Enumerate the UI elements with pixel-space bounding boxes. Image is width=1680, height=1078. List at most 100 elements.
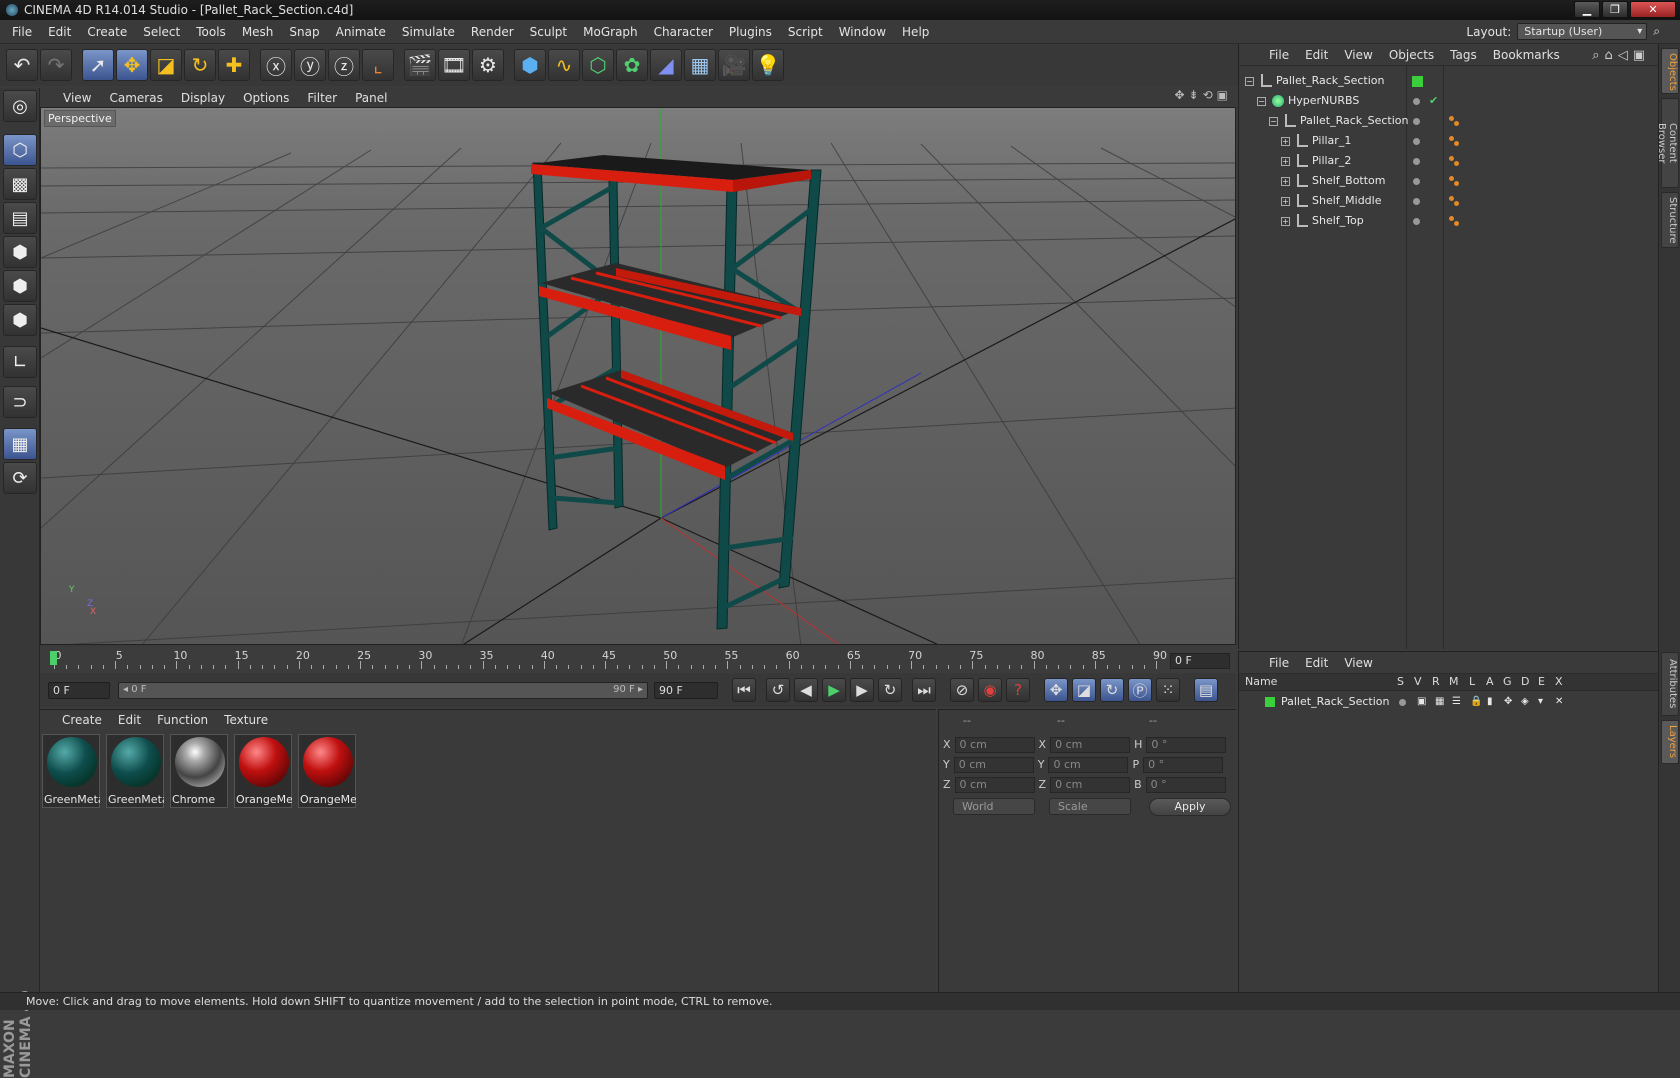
menu-mesh[interactable]: Mesh: [234, 25, 282, 39]
spline-icon[interactable]: ∿: [548, 49, 580, 81]
visibility-dot-icon[interactable]: [1413, 198, 1420, 205]
rotation-p-field[interactable]: 0 °: [1143, 756, 1224, 773]
timeline-playhead[interactable]: [50, 651, 57, 665]
menu-animate[interactable]: Animate: [328, 25, 394, 39]
viewport-menu-panel[interactable]: Panel: [346, 91, 396, 105]
material-swatch[interactable]: Chrome: [170, 734, 228, 808]
render-toggle-icon[interactable]: ▦: [1435, 692, 1444, 712]
menu-character[interactable]: Character: [646, 25, 721, 39]
cube-primitive-icon[interactable]: ⬢: [514, 49, 546, 81]
material-menu-function[interactable]: Function: [149, 713, 216, 727]
expand-icon[interactable]: +: [1281, 217, 1290, 226]
key-rotation-icon[interactable]: ↻: [1100, 678, 1124, 702]
camera-icon[interactable]: 🎥: [718, 49, 750, 81]
menu-sculpt[interactable]: Sculpt: [522, 25, 575, 39]
deformer-icon[interactable]: ◢: [650, 49, 682, 81]
magnet-icon[interactable]: ⊃: [3, 386, 37, 418]
objects-menu-objects[interactable]: Objects: [1381, 48, 1442, 62]
collapse-icon[interactable]: −: [1269, 117, 1278, 126]
tag-icon[interactable]: [1454, 141, 1459, 146]
viewport-menu-options[interactable]: Options: [234, 91, 298, 105]
size-y-field[interactable]: 0 cm: [1048, 756, 1129, 773]
visibility-dot-icon[interactable]: [1413, 178, 1420, 185]
keyframe-selection-icon[interactable]: ?: [1006, 678, 1030, 702]
view-toggle-icon[interactable]: ▣: [1417, 692, 1426, 712]
visibility-dot-icon[interactable]: [1413, 218, 1420, 225]
material-menu-edit[interactable]: Edit: [110, 713, 149, 727]
record-keys-icon[interactable]: ⊘: [950, 678, 974, 702]
tag-icon[interactable]: [1449, 116, 1454, 121]
objects-menu-edit[interactable]: Edit: [1297, 48, 1336, 62]
column-generators[interactable]: G: [1503, 675, 1512, 688]
tag-icon[interactable]: [1449, 176, 1454, 181]
redo-icon[interactable]: ↷: [40, 49, 72, 81]
tag-icon[interactable]: [1454, 221, 1459, 226]
object-row[interactable]: + Pillar_2: [1239, 151, 1659, 171]
column-solo[interactable]: S: [1397, 675, 1404, 688]
tab-structure[interactable]: Structure: [1661, 192, 1679, 248]
menu-file[interactable]: File: [4, 25, 40, 39]
autokey-icon[interactable]: ◉: [978, 678, 1002, 702]
undo-icon[interactable]: ↶: [6, 49, 38, 81]
next-key-icon[interactable]: ↻: [878, 678, 902, 702]
menu-help[interactable]: Help: [894, 25, 937, 39]
menu-edit[interactable]: Edit: [40, 25, 79, 39]
collapse-icon[interactable]: −: [1257, 97, 1266, 106]
material-swatch[interactable]: GreenMeta: [42, 734, 100, 808]
next-frame-icon[interactable]: ▶: [850, 678, 874, 702]
layer-row[interactable]: Pallet_Rack_Section ▣ ▦ ☰ 🔒 ▮ ✥ ◈ ▾ ✕: [1239, 692, 1659, 712]
play-icon[interactable]: ▶: [822, 678, 846, 702]
object-row[interactable]: + Shelf_Bottom: [1239, 171, 1659, 191]
size-mode-dropdown[interactable]: Scale: [1049, 798, 1131, 815]
tag-icon[interactable]: [1454, 121, 1459, 126]
array-icon[interactable]: ✿: [616, 49, 648, 81]
end-frame-field[interactable]: 90 F: [654, 681, 718, 699]
make-editable-icon[interactable]: ◎: [3, 90, 37, 122]
column-manager[interactable]: M: [1449, 675, 1459, 688]
column-render[interactable]: R: [1432, 675, 1440, 688]
menu-mograph[interactable]: MoGraph: [575, 25, 646, 39]
tag-icon[interactable]: [1454, 161, 1459, 166]
timeline-ruler[interactable]: 0 5 10 15 20 25 30 35 40 45 50 55 60 65 70 75 80 85 90 0 F: [40, 647, 1236, 673]
rotate-icon[interactable]: ↻: [184, 49, 216, 81]
create-object-icon[interactable]: ✚: [218, 49, 250, 81]
tab-layers[interactable]: Layers: [1661, 720, 1679, 764]
animation-toggle-icon[interactable]: ▮: [1487, 692, 1493, 712]
y-axis-icon[interactable]: ⓨ: [294, 49, 326, 81]
expand-icon[interactable]: +: [1281, 197, 1290, 206]
tag-icon[interactable]: [1454, 201, 1459, 206]
model-mode-icon[interactable]: ⬡: [3, 134, 37, 166]
collapse-icon[interactable]: −: [1245, 77, 1254, 86]
visibility-dot-icon[interactable]: [1413, 98, 1420, 105]
xref-toggle-icon[interactable]: ✕: [1555, 692, 1563, 712]
object-row[interactable]: − HyperNURBS ✔: [1239, 91, 1659, 111]
workplane-icon[interactable]: ▤: [3, 202, 37, 234]
render-view-icon[interactable]: 🎬: [404, 49, 436, 81]
scale-icon[interactable]: ◪: [150, 49, 182, 81]
previous-key-icon[interactable]: ↺: [766, 678, 790, 702]
menu-select[interactable]: Select: [135, 25, 188, 39]
menu-script[interactable]: Script: [780, 25, 831, 39]
visibility-dot-icon[interactable]: [1413, 158, 1420, 165]
tab-content-browser[interactable]: Content Browser: [1656, 98, 1679, 188]
position-z-field[interactable]: 0 cm: [954, 776, 1035, 793]
start-frame-field[interactable]: 0 F: [48, 681, 110, 699]
render-settings-icon[interactable]: ⚙: [472, 49, 504, 81]
menu-simulate[interactable]: Simulate: [394, 25, 463, 39]
object-row[interactable]: + Shelf_Top: [1239, 211, 1659, 231]
key-parameter-icon[interactable]: Ⓟ: [1128, 678, 1152, 702]
minimize-button[interactable]: ▁: [1574, 1, 1600, 18]
objects-menu-bookmarks[interactable]: Bookmarks: [1485, 48, 1568, 62]
menu-create[interactable]: Create: [79, 25, 135, 39]
visibility-dot-icon[interactable]: [1413, 138, 1420, 145]
edges-mode-icon[interactable]: ⬢: [3, 270, 37, 302]
column-animation[interactable]: A: [1486, 675, 1494, 688]
objects-menu-view[interactable]: View: [1336, 48, 1380, 62]
menu-tools[interactable]: Tools: [188, 25, 234, 39]
visibility-dot-icon[interactable]: [1413, 118, 1420, 125]
deformer-toggle-icon[interactable]: ◈: [1521, 692, 1529, 712]
position-y-field[interactable]: 0 cm: [953, 756, 1034, 773]
viewport-menu-view[interactable]: View: [54, 91, 100, 105]
perspective-viewport[interactable]: Perspective Y X Z: [40, 107, 1236, 645]
layer-color-icon[interactable]: [1412, 76, 1423, 87]
